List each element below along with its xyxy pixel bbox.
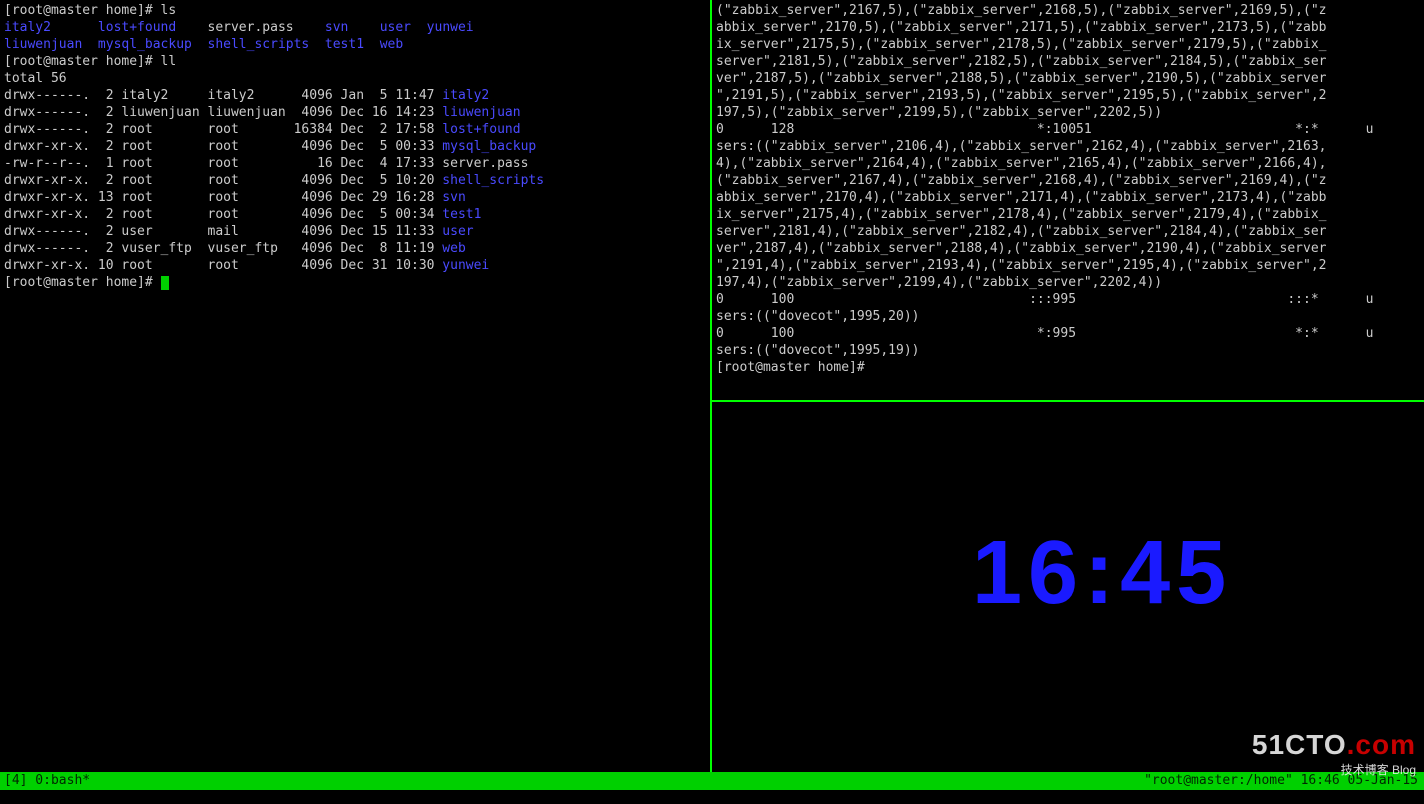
ll-row: drwxr-xr-x. 2 root root 4096 Dec 5 00:33… bbox=[4, 138, 706, 155]
output-line: ver",2187,5),("zabbix_server",2188,5),("… bbox=[716, 70, 1420, 87]
output-line: abbix_server",2170,5),("zabbix_server",2… bbox=[716, 19, 1420, 36]
ll-row: drwx------. 2 vuser_ftp vuser_ftp 4096 D… bbox=[4, 240, 706, 257]
output-line: 4),("zabbix_server",2164,4),("zabbix_ser… bbox=[716, 155, 1420, 172]
status-left: [4] 0:bash* bbox=[4, 773, 90, 788]
output-line: 0 100 :::995 :::* u bbox=[716, 291, 1420, 308]
ll-row: drwx------. 2 root root 16384 Dec 2 17:5… bbox=[4, 121, 706, 138]
output-line: ix_server",2175,5),("zabbix_server",2178… bbox=[716, 36, 1420, 53]
output-line: abbix_server",2170,4),("zabbix_server",2… bbox=[716, 189, 1420, 206]
ll-row: drwx------. 2 user mail 4096 Dec 15 11:3… bbox=[4, 223, 706, 240]
ll-row: -rw-r--r--. 1 root root 16 Dec 4 17:33 s… bbox=[4, 155, 706, 172]
cursor bbox=[161, 276, 169, 290]
watermark: 51CTO.com 技术博客 Blog bbox=[1252, 729, 1416, 778]
output-line: sers:(("zabbix_server",2106,4),("zabbix_… bbox=[716, 138, 1420, 155]
output-line: 197,4),("zabbix_server",2199,4),("zabbix… bbox=[716, 274, 1420, 291]
bottom-right-clock-pane[interactable]: 16:45 bbox=[710, 400, 1424, 772]
output-line: sers:(("dovecot",1995,20)) bbox=[716, 308, 1420, 325]
output-line: ",2191,5),("zabbix_server",2193,5),("zab… bbox=[716, 87, 1420, 104]
watermark-tagline: 技术博客 Blog bbox=[1252, 761, 1416, 778]
output-line: 197,5),("zabbix_server",2199,5),("zabbix… bbox=[716, 104, 1420, 121]
output-line: ",2191,4),("zabbix_server",2193,4),("zab… bbox=[716, 257, 1420, 274]
output-line: server",2181,5),("zabbix_server",2182,5)… bbox=[716, 53, 1420, 70]
output-line: server",2181,4),("zabbix_server",2182,4)… bbox=[716, 223, 1420, 240]
output-line: ("zabbix_server",2167,5),("zabbix_server… bbox=[716, 2, 1420, 19]
left-terminal-pane[interactable]: [root@master home]# lsitaly2 lost+found … bbox=[0, 0, 710, 772]
clock-display: 16:45 bbox=[972, 522, 1232, 625]
ll-row: drwxr-xr-x. 13 root root 4096 Dec 29 16:… bbox=[4, 189, 706, 206]
watermark-brand: 51CTO.com bbox=[1252, 729, 1416, 761]
output-line: ver",2187,4),("zabbix_server",2188,4),("… bbox=[716, 240, 1420, 257]
tmux-screen: [root@master home]# lsitaly2 lost+found … bbox=[0, 0, 1424, 804]
output-line: ("zabbix_server",2167,4),("zabbix_server… bbox=[716, 172, 1420, 189]
output-line: 0 128 *:10051 *:* u bbox=[716, 121, 1420, 138]
ll-row: drwxr-xr-x. 2 root root 4096 Dec 5 10:20… bbox=[4, 172, 706, 189]
ll-row: drwxr-xr-x. 10 root root 4096 Dec 31 10:… bbox=[4, 257, 706, 274]
ll-row: drwxr-xr-x. 2 root root 4096 Dec 5 00:34… bbox=[4, 206, 706, 223]
output-line: [root@master home]# bbox=[716, 359, 1420, 376]
ll-row: drwx------. 2 italy2 italy2 4096 Jan 5 1… bbox=[4, 87, 706, 104]
tmux-status-bar: [4] 0:bash* "root@master:/home" 16:46 05… bbox=[0, 772, 1424, 790]
top-right-terminal-pane[interactable]: ("zabbix_server",2167,5),("zabbix_server… bbox=[710, 0, 1424, 400]
output-line: sers:(("dovecot",1995,19)) bbox=[716, 342, 1420, 359]
output-line: ix_server",2175,4),("zabbix_server",2178… bbox=[716, 206, 1420, 223]
output-line: 0 100 *:995 *:* u bbox=[716, 325, 1420, 342]
ll-row: drwx------. 2 liuwenjuan liuwenjuan 4096… bbox=[4, 104, 706, 121]
